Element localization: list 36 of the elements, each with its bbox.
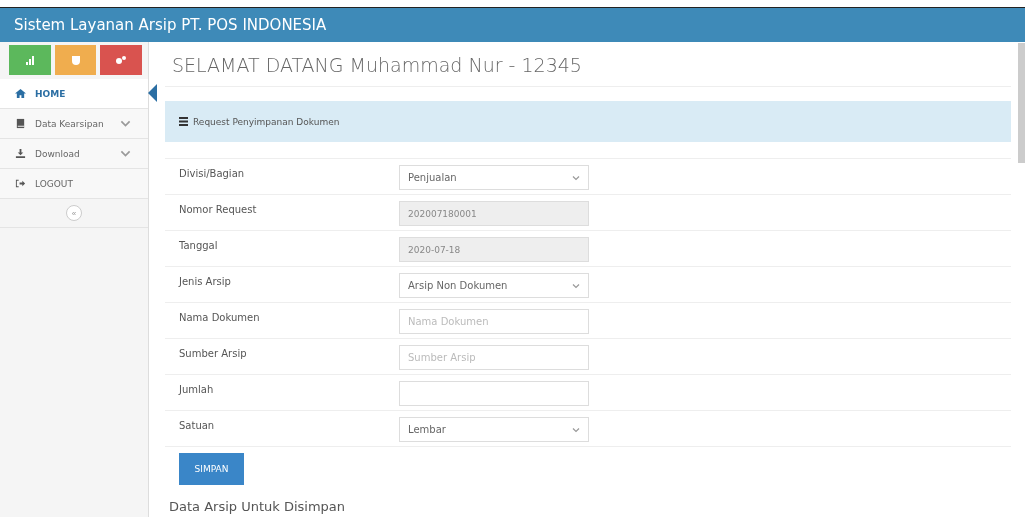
readonly-field: 202007180001 [399, 201, 589, 226]
scrollbar[interactable] [1018, 43, 1025, 163]
field-label: Sumber Arsip [178, 347, 248, 361]
select-field[interactable]: Arsip Non Dokumen [399, 273, 589, 298]
shortcut-button[interactable] [54, 45, 97, 75]
input-field[interactable]: Sumber Arsip [399, 345, 589, 370]
field-label: Satuan [178, 419, 216, 433]
logout-icon [15, 178, 26, 189]
section-title: Data Arsip Untuk Disimpan [168, 498, 347, 514]
download-icon [15, 148, 26, 159]
collapse-button[interactable]: « [66, 205, 82, 221]
panel-title: Request Penyimpanan Dokumen [193, 116, 340, 127]
shortcut-button[interactable] [100, 45, 142, 75]
list-icon [179, 117, 188, 126]
chevron-down-icon [572, 173, 580, 182]
select-field[interactable]: Penjualan [399, 165, 589, 190]
save-button[interactable]: SIMPAN [179, 453, 244, 485]
field-label: Nama Dokumen [178, 311, 261, 325]
app-title: Sistem Layanan Arsip PT. POS INDONESIA [14, 16, 327, 34]
field-label: Divisi/Bagian [178, 167, 246, 181]
field-label: Tanggal [178, 239, 219, 253]
readonly-field: 2020-07-18 [399, 237, 589, 262]
field-label: Jenis Arsip [177, 275, 232, 289]
shortcut-button[interactable] [9, 45, 51, 75]
select-field[interactable]: Lembar [399, 417, 589, 442]
chevron-down-icon [572, 281, 580, 290]
input-field[interactable] [399, 381, 589, 406]
book-icon [15, 118, 26, 129]
page-title: SELAMAT DATANG Muhammad Nur - 12345 [165, 42, 1011, 87]
input-field[interactable]: Nama Dokumen [399, 309, 589, 334]
cup-icon [69, 54, 82, 66]
home-icon [15, 88, 26, 99]
chart-icon [23, 54, 36, 66]
chevron-down-icon [572, 425, 580, 434]
field-label: Nomor Request [178, 203, 258, 217]
field-label: Jumlah [177, 383, 215, 397]
